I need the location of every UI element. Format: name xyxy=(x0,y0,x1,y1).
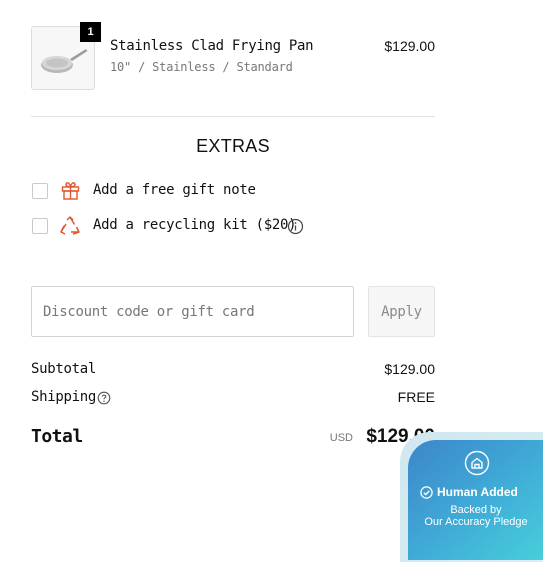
total-label: Total xyxy=(31,426,83,447)
badge-subtitle: Backed by Our Accuracy Pledge xyxy=(408,504,543,528)
apply-discount-button[interactable]: Apply xyxy=(368,286,435,337)
shield-home-icon xyxy=(464,450,490,480)
badge-title: Human Added xyxy=(420,485,518,499)
badge-title-text: Human Added xyxy=(437,485,518,499)
quantity-badge: 1 xyxy=(80,22,101,42)
help-icon[interactable] xyxy=(97,390,111,409)
product-variant: 10" / Stainless / Standard xyxy=(110,60,293,74)
recycling-kit-checkbox[interactable] xyxy=(32,218,48,234)
recycle-icon xyxy=(59,215,81,241)
gift-icon xyxy=(60,180,81,205)
shipping-label: Shipping xyxy=(31,389,97,405)
check-circle-icon xyxy=(420,485,433,499)
extras-title: EXTRAS xyxy=(196,136,270,156)
badge-subtitle-line1: Backed by xyxy=(450,504,502,516)
currency-code: USD xyxy=(329,432,353,444)
shipping-value: FREE xyxy=(397,389,435,405)
subtotal-value: $129.00 xyxy=(384,361,435,377)
gift-note-label[interactable]: Add a free gift note xyxy=(93,182,256,198)
badge-subtitle-line2: Our Accuracy Pledge xyxy=(424,516,528,528)
discount-code-input[interactable] xyxy=(31,286,354,337)
subtotal-label: Subtotal xyxy=(31,361,97,377)
recycling-kit-label[interactable]: Add a recycling kit ($20) xyxy=(93,217,297,233)
info-icon[interactable] xyxy=(287,218,304,239)
gift-note-checkbox[interactable] xyxy=(32,183,48,199)
divider xyxy=(31,116,435,117)
product-name: Stainless Clad Frying Pan xyxy=(110,38,314,54)
product-price: $129.00 xyxy=(384,38,435,54)
